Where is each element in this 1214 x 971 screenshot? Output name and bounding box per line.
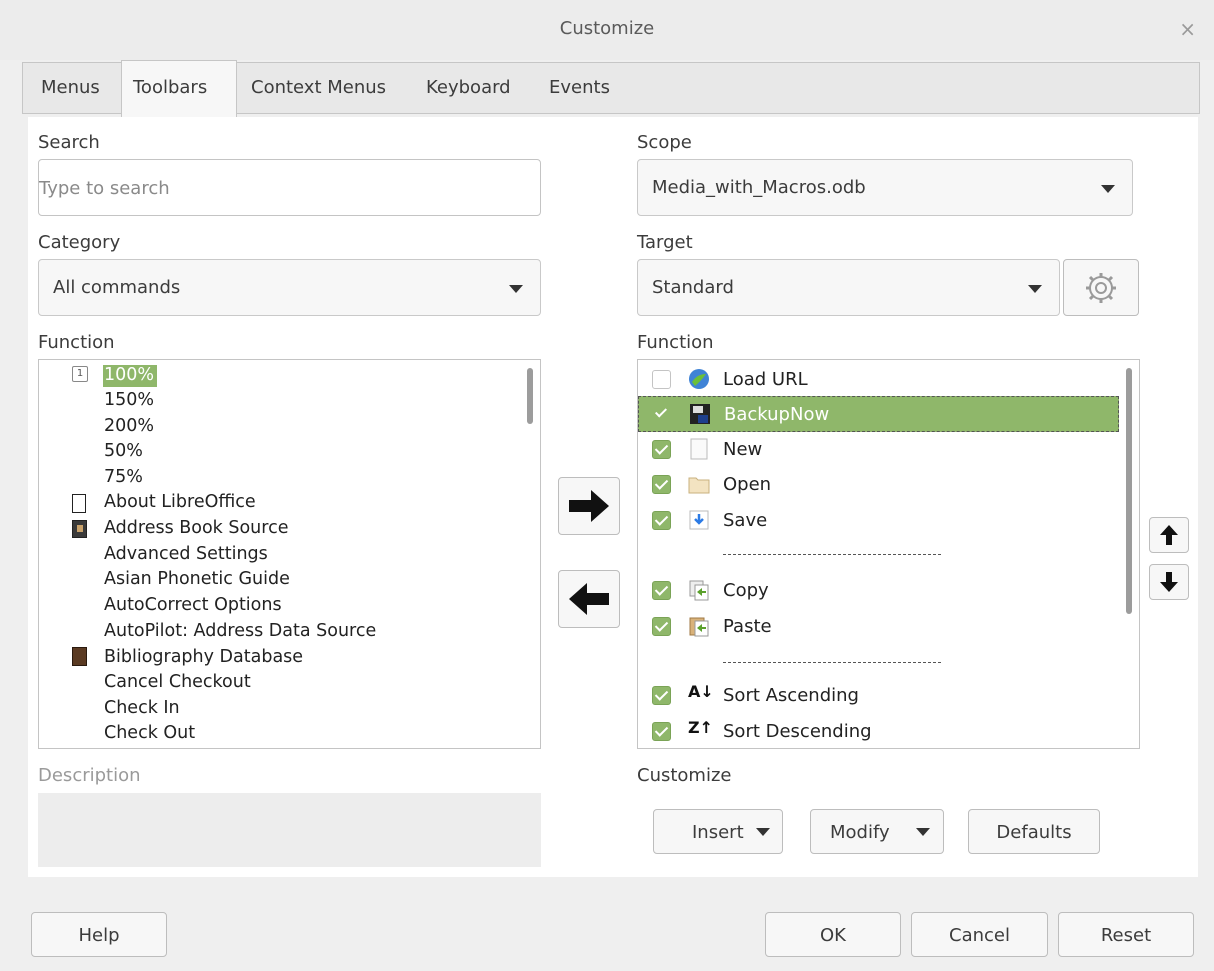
- list-item[interactable]: Copy: [638, 573, 1118, 609]
- gear-icon: [1086, 273, 1116, 303]
- new-doc-icon: [690, 438, 708, 460]
- function-label-left: Function: [38, 332, 115, 353]
- tab-toolbars[interactable]: Toolbars: [133, 77, 207, 98]
- search-label: Search: [38, 132, 100, 153]
- chevron-down-icon: [509, 285, 523, 293]
- paste-icon: [689, 617, 709, 637]
- zoom-icon: 1: [72, 366, 88, 382]
- scrollbar-thumb[interactable]: [1126, 368, 1132, 614]
- scope-label: Scope: [637, 132, 692, 153]
- chevron-down-icon: [916, 828, 930, 836]
- tab-menus[interactable]: Menus: [41, 77, 100, 98]
- checkbox[interactable]: [652, 511, 671, 530]
- window-title: Customize: [559, 18, 655, 39]
- copy-icon: [689, 580, 709, 601]
- checkbox[interactable]: [652, 581, 671, 600]
- list-item[interactable]: Paste: [638, 609, 1118, 645]
- target-dropdown[interactable]: Standard: [637, 259, 1060, 316]
- sort-ascending-icon: A↓: [688, 682, 714, 701]
- checkbox[interactable]: [652, 475, 671, 494]
- list-item[interactable]: Open: [638, 467, 1118, 503]
- arrow-down-icon: [1160, 572, 1178, 592]
- save-icon: [689, 510, 709, 530]
- list-item[interactable]: A↓ Sort Ascending: [638, 678, 1118, 714]
- category-label: Category: [38, 232, 121, 253]
- list-item[interactable]: Address Book Source: [104, 518, 288, 538]
- modify-button[interactable]: Modify: [810, 809, 944, 854]
- list-item[interactable]: Check Out: [104, 723, 195, 743]
- list-item[interactable]: Bibliography Database: [104, 647, 303, 667]
- move-up-button[interactable]: [1149, 517, 1189, 553]
- target-settings-button[interactable]: [1063, 259, 1139, 316]
- checkbox[interactable]: [652, 617, 671, 636]
- list-item[interactable]: Check In: [104, 698, 180, 718]
- address-book-icon: [72, 520, 87, 538]
- list-item[interactable]: 150%: [104, 390, 154, 410]
- chevron-down-icon: [1028, 285, 1042, 293]
- backup-icon: [690, 404, 710, 424]
- document-icon: [72, 494, 86, 513]
- tab-events[interactable]: Events: [549, 77, 610, 98]
- list-item[interactable]: AutoPilot: Address Data Source: [104, 621, 376, 641]
- chevron-down-icon: [756, 828, 770, 836]
- list-item[interactable]: 75%: [104, 467, 143, 487]
- tab-bar: Menus Toolbars Context Menus Keyboard Ev…: [22, 60, 1200, 117]
- checkbox[interactable]: [652, 722, 671, 741]
- list-item[interactable]: Load URL: [638, 362, 1118, 398]
- description-box: [38, 793, 541, 867]
- list-item[interactable]: AutoCorrect Options: [104, 595, 282, 615]
- scope-value: Media_with_Macros.odb: [652, 177, 866, 198]
- category-dropdown[interactable]: All commands: [38, 259, 541, 316]
- search-placeholder: Type to search: [39, 178, 170, 199]
- tab-keyboard[interactable]: Keyboard: [426, 77, 511, 98]
- defaults-button[interactable]: Defaults: [968, 809, 1100, 854]
- list-item-selected[interactable]: BackupNow: [638, 396, 1119, 432]
- bibliography-icon: [72, 647, 87, 666]
- cancel-button[interactable]: Cancel: [911, 912, 1048, 957]
- arrow-up-icon: [1160, 525, 1178, 545]
- folder-icon: [688, 477, 710, 494]
- scrollbar-thumb[interactable]: [527, 368, 533, 424]
- remove-command-button[interactable]: [558, 570, 620, 628]
- reset-button[interactable]: Reset: [1058, 912, 1194, 957]
- list-item[interactable]: Save: [638, 503, 1118, 539]
- chevron-down-icon: [1101, 185, 1115, 193]
- toolbar-entries-list[interactable]: Load URL BackupNow New Open Save Copy Pa…: [637, 359, 1140, 749]
- close-icon[interactable]: ×: [1179, 17, 1196, 41]
- arrow-left-icon: [569, 583, 609, 615]
- function-list-left[interactable]: 1 100% 150% 200% 50% 75% About LibreOffi…: [38, 359, 541, 749]
- list-item[interactable]: Asian Phonetic Guide: [104, 569, 290, 589]
- insert-button[interactable]: Insert: [653, 809, 783, 854]
- list-item[interactable]: Cancel Checkout: [104, 672, 251, 692]
- function-label-right: Function: [637, 332, 714, 353]
- customize-label: Customize: [637, 765, 732, 786]
- checkbox[interactable]: [652, 686, 671, 705]
- checkbox[interactable]: [652, 440, 671, 459]
- checkbox[interactable]: [653, 405, 672, 424]
- list-item[interactable]: About LibreOffice: [104, 492, 256, 512]
- checkbox[interactable]: [652, 370, 671, 389]
- search-input[interactable]: Type to search: [38, 159, 541, 216]
- category-value: All commands: [53, 277, 181, 298]
- sort-descending-icon: Z↑: [688, 718, 714, 737]
- list-item[interactable]: 100%: [104, 365, 154, 385]
- arrow-right-icon: [569, 490, 609, 522]
- ok-button[interactable]: OK: [765, 912, 901, 957]
- target-value: Standard: [652, 277, 734, 298]
- list-item[interactable]: Z↑ Sort Descending: [638, 714, 1118, 748]
- list-item[interactable]: 50%: [104, 441, 143, 461]
- scope-dropdown[interactable]: Media_with_Macros.odb: [637, 159, 1133, 216]
- list-item[interactable]: New: [638, 432, 1118, 468]
- add-command-button[interactable]: [558, 477, 620, 535]
- separator: [723, 662, 941, 663]
- list-item[interactable]: Advanced Settings: [104, 544, 268, 564]
- globe-icon: [689, 369, 709, 389]
- move-down-button[interactable]: [1149, 564, 1189, 600]
- description-label: Description: [38, 765, 141, 786]
- target-label: Target: [637, 232, 693, 253]
- separator: [723, 554, 941, 555]
- help-button[interactable]: Help: [31, 912, 167, 957]
- tab-context-menus[interactable]: Context Menus: [251, 77, 386, 98]
- list-item[interactable]: 200%: [104, 416, 154, 436]
